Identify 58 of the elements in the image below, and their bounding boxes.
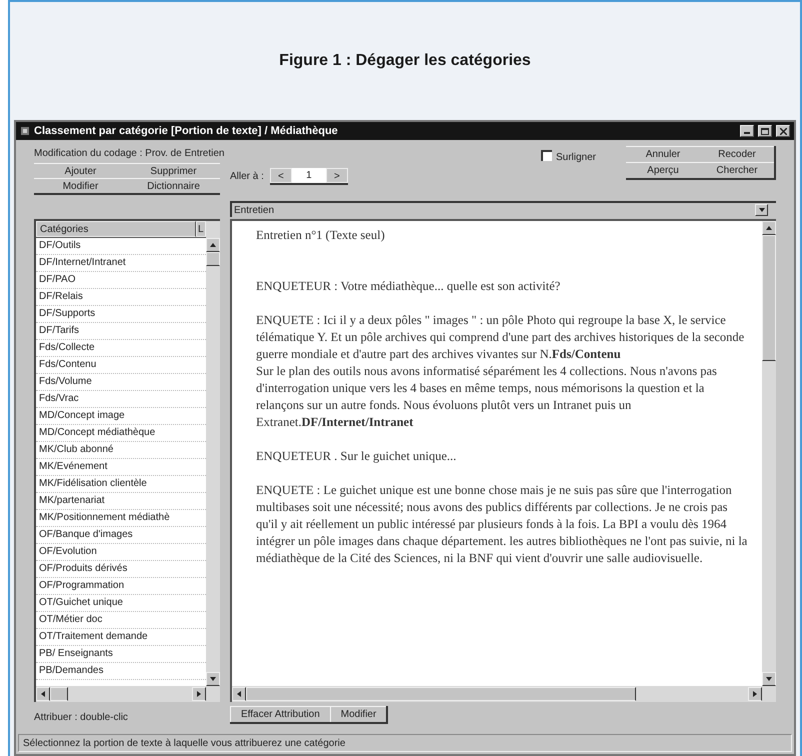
down-arrow-icon [758, 208, 764, 212]
interview-paragraph: ENQUETE : Le guichet unique est une bonne chose mais je ne suis pas sûre que l'interrogation multibases soit une nécessité; nous avons des publics différents par collections. Je ne crois pas qu'il y ait réellement un public intéressé par plusieurs fonds à la fois. La BPI a voulu dès 1964 intégrer un pôle images dans chaque département. les autres bibliothèques ne l'ont pas suivie, ni la médiathèque de la Cité des Sciences, ni la BNF qui vient d'ouvrir une salle audiovisuelle. [256, 482, 748, 567]
column-header[interactable]: L [196, 221, 206, 237]
toolbar-button[interactable]: Aperçu [626, 162, 700, 178]
close-icon [780, 128, 786, 134]
interview-paragraph: Sur le plan des outils nous avons informatisé séparément les 4 collections. Nous n'avons pas d'interrogation unique vers les 4 bases en même temps, nous mémorisons la question et la relançons sur un autre fonds. Nous évoluons plutôt vers un Intranet puis un Extranet.DF/Internet/Intranet [256, 363, 718, 431]
document-heading: Entretien n°1 (Texte seul) [256, 227, 386, 244]
scroll-down-button[interactable] [762, 672, 776, 686]
scroll-thumb[interactable] [206, 252, 220, 266]
horizontal-scrollbar[interactable] [36, 686, 220, 702]
close-button[interactable] [776, 125, 790, 137]
maximize-icon [761, 128, 769, 134]
toolbar-button[interactable]: Ajouter [34, 163, 127, 178]
scroll-left-button[interactable] [232, 687, 246, 701]
dropdown-button[interactable] [755, 204, 768, 216]
horizontal-scrollbar[interactable] [232, 686, 776, 702]
right-arrow-icon [753, 691, 757, 697]
scroll-up-button[interactable] [762, 221, 776, 235]
column-header[interactable]: Catégories [36, 221, 196, 237]
scroll-right-button[interactable] [748, 687, 762, 701]
next-button[interactable]: > [326, 168, 348, 183]
page-field[interactable]: 1 [292, 168, 326, 183]
interview-paragraph: ENQUETE : Ici il y a deux pôles " images " : un pôle Photo qui regroupe la base X, le service télématique Y. Et un pôle archives qui comprend d'une part des archives historiques de la seconde guerre mondiale et d'autre part des archives vivantes sur N.Fds/Contenu [256, 312, 746, 363]
left-arrow-icon [237, 691, 241, 697]
vertical-scrollbar[interactable] [762, 221, 776, 686]
scroll-down-button[interactable] [206, 672, 220, 686]
toolbar-button[interactable]: Supprimer [127, 163, 220, 178]
interview-paragraph: ENQUETEUR : Votre médiathèque... quelle est son activité? [256, 278, 562, 295]
scroll-thumb[interactable] [762, 235, 776, 361]
scroll-thumb[interactable] [50, 687, 68, 701]
window-title: Classement par catégorie [Portion de texte] / Médiathèque [34, 124, 339, 139]
interview-paragraph: ENQUETEUR . Sur le guichet unique... [256, 448, 458, 465]
scroll-right-button[interactable] [192, 687, 206, 701]
vertical-scrollbar[interactable] [206, 221, 220, 686]
scroll-thumb[interactable] [246, 687, 636, 701]
text-editor[interactable] [230, 219, 776, 702]
down-arrow-icon [766, 677, 772, 681]
previous-button[interactable]: < [270, 168, 292, 183]
toolbar-button[interactable]: Modifier [330, 706, 386, 722]
left-arrow-icon [41, 691, 45, 697]
document-dropdown[interactable]: Entretien [230, 201, 776, 217]
checkbox[interactable] [540, 150, 552, 161]
goto-label: Aller à : [230, 170, 264, 184]
scroll-up-button[interactable] [206, 238, 220, 252]
maximize-button[interactable] [758, 125, 772, 137]
toolbar-button[interactable]: Effacer Attribution [230, 706, 330, 722]
app-icon [20, 126, 30, 136]
checkbox-label: Surligner [556, 151, 596, 165]
up-arrow-icon [210, 243, 216, 247]
minimize-button[interactable] [740, 125, 754, 137]
status-bar-text: Sélectionnez la portion de texte à laquelle vous attribuerez une catégorie [23, 736, 346, 750]
up-arrow-icon [766, 226, 772, 230]
minimize-icon [744, 132, 750, 134]
scroll-left-button[interactable] [36, 687, 50, 701]
down-arrow-icon [210, 677, 216, 681]
figure-caption: Figure 1 : Dégager les catégories [279, 51, 531, 71]
right-arrow-icon [197, 691, 201, 697]
attribute-hint: Attribuer : double-clic [34, 711, 129, 725]
